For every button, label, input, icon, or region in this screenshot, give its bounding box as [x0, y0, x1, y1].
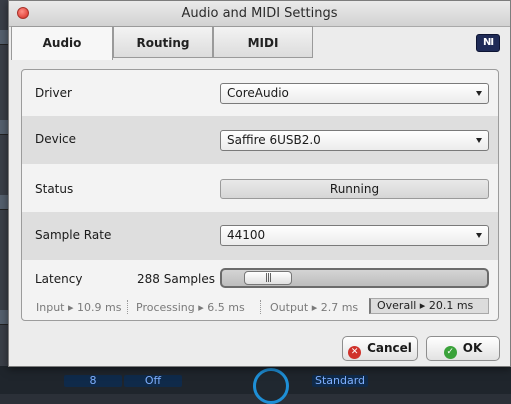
cancel-button[interactable]: ✕ Cancel [342, 336, 418, 361]
background-pill: Off [124, 375, 182, 387]
metric-processing: Processing ▸ 6.5 ms [136, 301, 245, 314]
sample-rate-dropdown[interactable]: 44100 [220, 225, 489, 246]
latency-row: Latency 288 Samples ||| [22, 260, 498, 296]
chevron-down-icon [476, 233, 482, 238]
latency-metrics: Input ▸ 10.9 ms Processing ▸ 6.5 ms Outp… [22, 296, 498, 318]
status-label: Status [35, 182, 74, 196]
window-title: Audio and MIDI Settings [181, 6, 338, 21]
sample-rate-label: Sample Rate [35, 228, 112, 242]
status-indicator: Running [220, 179, 489, 199]
metric-overall: Overall ▸ 20.1 ms [369, 298, 489, 314]
device-label: Device [35, 132, 77, 146]
latency-slider-handle[interactable]: ||| [244, 271, 292, 285]
tab-bar: Audio Routing MIDI NI [9, 26, 510, 60]
ok-button[interactable]: ✓ OK [426, 336, 500, 361]
title-bar: Audio and MIDI Settings [9, 1, 510, 27]
metric-divider [127, 300, 128, 314]
checkmark-icon: ✓ [443, 346, 457, 359]
driver-value: CoreAudio [227, 86, 289, 100]
latency-slider[interactable]: ||| [220, 268, 489, 288]
audio-settings-panel: Driver CoreAudio Device Saffire 6USB2.0 … [21, 69, 499, 321]
chevron-down-icon [476, 138, 482, 143]
device-row: Device Saffire 6USB2.0 [22, 116, 498, 164]
tab-routing[interactable]: Routing [113, 26, 213, 58]
background-knob [253, 368, 289, 404]
sample-rate-value: 44100 [227, 228, 266, 242]
tab-audio[interactable]: Audio [11, 26, 113, 60]
latency-samples: 288 Samples [137, 272, 215, 286]
sample-rate-row: Sample Rate 44100 [22, 212, 498, 260]
chevron-down-icon [476, 91, 482, 96]
status-row: Status Running [22, 164, 498, 212]
native-instruments-logo: NI [476, 34, 500, 52]
metric-input: Input ▸ 10.9 ms [36, 301, 122, 314]
tab-midi[interactable]: MIDI [213, 26, 313, 58]
device-dropdown[interactable]: Saffire 6USB2.0 [220, 130, 489, 151]
metric-divider [260, 300, 261, 314]
audio-midi-settings-dialog: Audio and MIDI Settings Audio Routing MI… [8, 0, 511, 367]
latency-label: Latency [35, 272, 83, 286]
ok-button-label: OK [462, 341, 483, 355]
driver-row: Driver CoreAudio [22, 70, 498, 116]
metric-output: Output ▸ 2.7 ms [270, 301, 359, 314]
driver-dropdown[interactable]: CoreAudio [220, 83, 489, 104]
background-pill: 8 [64, 375, 122, 387]
background-pill: Standard [312, 375, 368, 387]
driver-label: Driver [35, 86, 72, 100]
cancel-icon: ✕ [348, 346, 362, 359]
device-value: Saffire 6USB2.0 [227, 133, 321, 147]
cancel-button-label: Cancel [367, 341, 412, 355]
